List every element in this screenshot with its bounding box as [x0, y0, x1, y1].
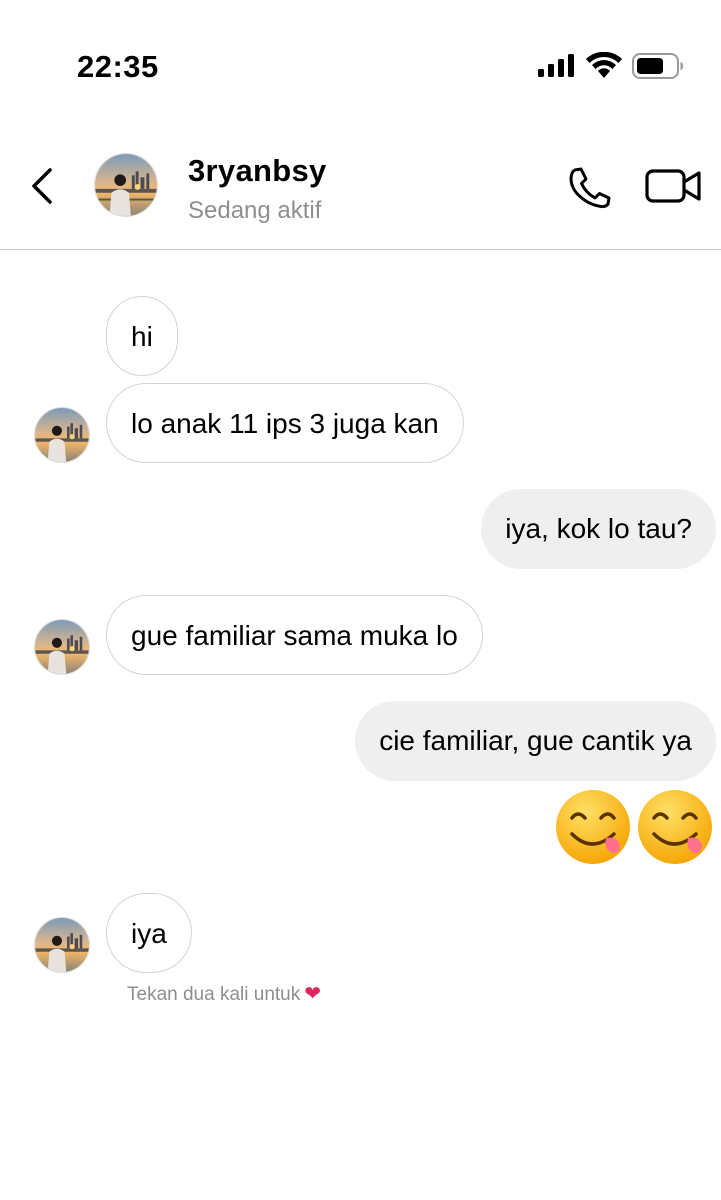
- battery-icon: [632, 53, 683, 79]
- phone-icon[interactable]: [566, 165, 614, 209]
- contact-avatar[interactable]: [94, 153, 158, 217]
- status-time: 22:35: [77, 49, 159, 84]
- yum-emoji-icon: [638, 790, 712, 864]
- sender-avatar[interactable]: [34, 619, 90, 675]
- incoming-message[interactable]: gue familiar sama muka lo: [106, 595, 483, 675]
- chat-header: 3ryanbsy Sedang aktif: [0, 120, 721, 250]
- double-tap-hint: Tekan dua kali untuk ❤: [127, 981, 321, 1006]
- active-status: Sedang aktif: [188, 197, 322, 224]
- yum-emoji-icon: [556, 790, 630, 864]
- incoming-message[interactable]: iya: [106, 893, 192, 973]
- incoming-message[interactable]: hi: [106, 296, 178, 376]
- outgoing-message[interactable]: cie familiar, gue cantik ya: [355, 701, 716, 781]
- avatar-photo: [35, 620, 89, 674]
- hint-text: Tekan dua kali untuk: [127, 984, 301, 1005]
- emoji-message[interactable]: [554, 788, 714, 866]
- incoming-message[interactable]: lo anak 11 ips 3 juga kan: [106, 383, 464, 463]
- cellular-signal-icon: [538, 54, 574, 77]
- avatar-photo: [95, 154, 157, 216]
- outgoing-message[interactable]: iya, kok lo tau?: [481, 489, 716, 569]
- sender-avatar[interactable]: [34, 917, 90, 973]
- video-camera-icon[interactable]: [645, 166, 703, 206]
- wifi-icon: [586, 52, 622, 78]
- avatar-photo: [35, 918, 89, 972]
- sender-avatar[interactable]: [34, 407, 90, 463]
- contact-username[interactable]: 3ryanbsy: [188, 153, 327, 189]
- avatar-photo: [35, 408, 89, 462]
- heart-icon: ❤: [304, 983, 321, 1005]
- chevron-left-icon[interactable]: [28, 165, 58, 207]
